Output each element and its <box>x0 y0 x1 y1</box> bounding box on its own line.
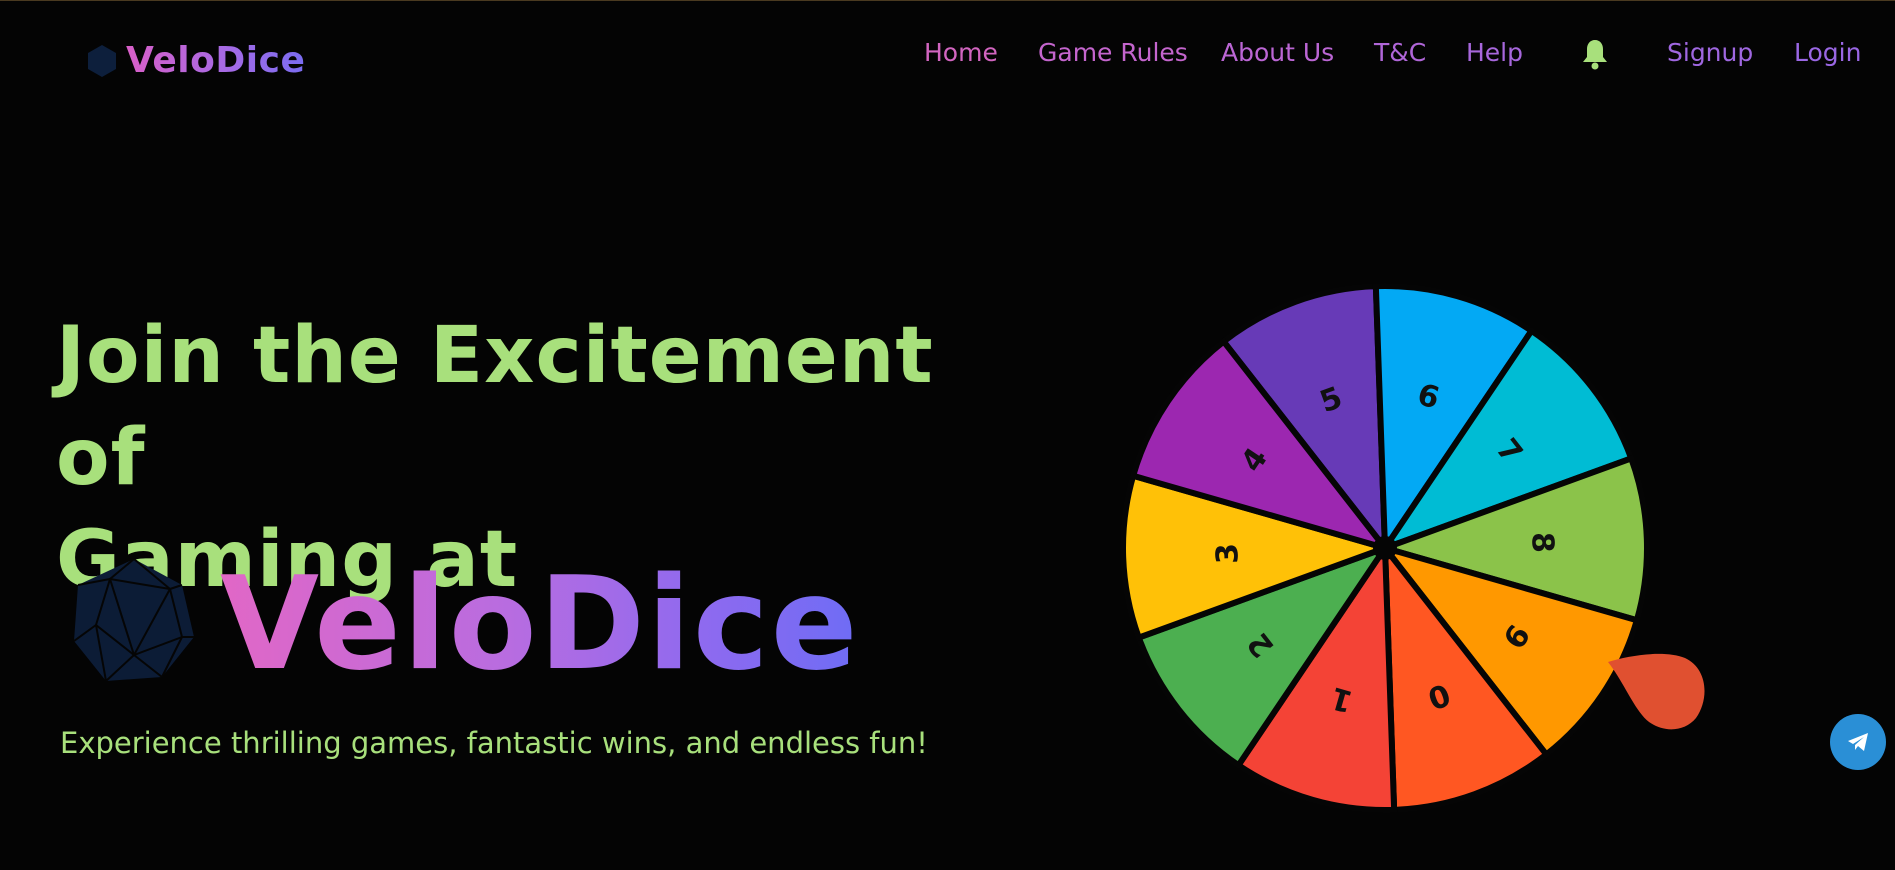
telegram-button[interactable] <box>1830 714 1886 770</box>
wheel-label-3: 3 <box>1210 542 1246 564</box>
bell-icon[interactable] <box>1580 38 1610 74</box>
nav-game-rules[interactable]: Game Rules <box>1038 38 1188 67</box>
wheel-pointer <box>1608 653 1705 730</box>
nav-home[interactable]: Home <box>924 38 998 67</box>
nav-about-us[interactable]: About Us <box>1221 38 1334 67</box>
headline-line-1: Join the Excitement of <box>56 311 934 503</box>
spin-wheel[interactable]: 5678901234 <box>1110 280 1730 824</box>
hero-tagline: Experience thrilling games, fantastic wi… <box>60 726 928 760</box>
wheel-hub <box>1373 536 1397 560</box>
dice-icon <box>88 44 116 77</box>
logo-text: VeloDice <box>126 40 306 81</box>
site-logo[interactable]: VeloDice <box>84 40 305 81</box>
nav-help[interactable]: Help <box>1466 38 1523 67</box>
nav-terms[interactable]: T&C <box>1374 38 1426 67</box>
wheel-label-8: 8 <box>1524 531 1560 553</box>
nav-signup[interactable]: Signup <box>1667 38 1753 67</box>
hero-brand-text: VeloDice <box>220 550 860 699</box>
big-dice-icon <box>70 555 198 689</box>
top-border <box>0 0 1895 1</box>
telegram-icon <box>1848 733 1868 751</box>
nav-login[interactable]: Login <box>1794 38 1861 67</box>
